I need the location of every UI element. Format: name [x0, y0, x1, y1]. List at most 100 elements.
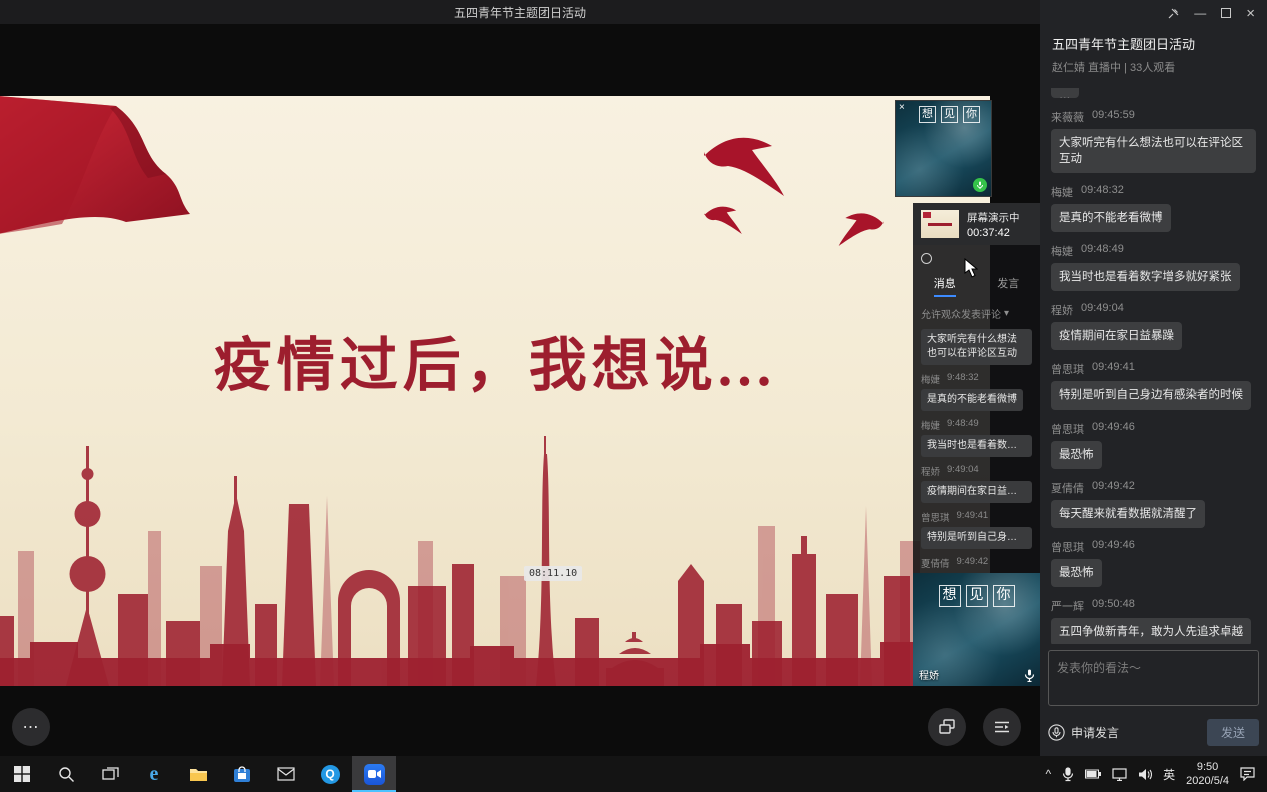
close-icon[interactable]: × [1246, 6, 1255, 21]
video-poster: 想见你 程娇 [913, 573, 1040, 686]
bird-icon [700, 128, 788, 196]
search-icon [58, 766, 75, 783]
message-bubble: 是真的不能老看微博 [921, 389, 1023, 411]
overlay-message-list: 大家听完有什么想法也可以在评论区互动 梅婕 9:48:32 是真的不能老看微博 … [921, 329, 1032, 595]
comment-input[interactable] [1048, 650, 1259, 706]
message-bubble: 每天醒来就看数据就清醒了 [1051, 500, 1205, 528]
qq-icon: Q [321, 765, 340, 784]
battery-icon[interactable] [1085, 769, 1101, 779]
message-bubble: 最恐怖 [1051, 441, 1102, 469]
chat-message: 严一辉 09:50:48 五四争做新青年，敢为人先追求卓越 [1051, 598, 1256, 644]
qq-button[interactable]: Q [308, 756, 352, 792]
bird-icon [702, 202, 744, 234]
task-view-button[interactable] [88, 756, 132, 792]
chat-message: 程娇 09:49:04 疫情期间在家日益暴躁 [1051, 302, 1256, 350]
city-skyline-graphic [0, 436, 990, 686]
main-title: 五四青年节主题团日活动 [454, 4, 586, 21]
chat-tab[interactable]: 发言 [997, 275, 1019, 297]
taskbar-clock[interactable]: 9:50 2020/5/4 [1186, 760, 1229, 789]
message-bubble: 我当时也是看着数字增多就好紧张 [1051, 263, 1240, 291]
meeting-app-button[interactable] [352, 756, 396, 792]
send-button[interactable]: 发送 [1207, 719, 1259, 746]
hidden-icons-chevron[interactable]: ^ [1046, 767, 1052, 781]
folder-icon [189, 766, 208, 782]
message-time: 09:49:42 [1092, 480, 1135, 496]
more-options-button[interactable]: ⋯ [12, 708, 50, 746]
sender-name: 曾思琪 [1051, 539, 1084, 555]
chat-message: 曾思琪 9:49:41 特别是听到自己身边有感染者的时候 [921, 510, 1032, 549]
apply-to-speak-button[interactable]: 申请发言 [1048, 724, 1119, 741]
sender-name: 严一辉 [1051, 598, 1084, 614]
window-controls: — × [1040, 0, 1267, 26]
collapse-toggle-icon[interactable] [921, 253, 932, 264]
mail-button[interactable] [264, 756, 308, 792]
layout-icon [936, 716, 958, 738]
member-list-button[interactable] [983, 708, 1021, 746]
video-poster: × 想见你 [896, 101, 991, 196]
pin-icon[interactable] [1168, 8, 1179, 19]
chat-message: 梅婕 09:48:49 我当时也是看着数字增多就好紧张 [1051, 243, 1256, 291]
file-explorer-button[interactable] [176, 756, 220, 792]
microphone-on-icon [973, 178, 987, 192]
chat-footer: 申请发言 发送 [1048, 716, 1259, 748]
bird-icon [836, 208, 886, 246]
sender-name: 梅婕 [921, 418, 940, 432]
overlay-chat-tabs: 消息 发言 [913, 275, 1040, 297]
meeting-title: 五四青年节主题团日活动 [1052, 34, 1255, 53]
store-button[interactable] [220, 756, 264, 792]
sender-name: 夏倩倩 [1051, 480, 1084, 496]
message-time: 9:48:49 [947, 418, 979, 432]
microphone-icon [1048, 724, 1065, 741]
slide-title: 疫情过后，我想说... [0, 318, 990, 402]
volume-icon[interactable] [1138, 768, 1152, 781]
clock-time: 9:50 [1186, 760, 1229, 774]
windows-logo-icon [14, 766, 30, 782]
participant-name: 程娇 [919, 667, 939, 682]
message-bubble: 疫情期间在家日益暴躁 [1051, 322, 1182, 350]
speaker-video-thumbnail[interactable]: 想见你 程娇 [913, 573, 1040, 686]
mail-icon [277, 767, 295, 781]
chat-message: 夏倩倩 09:49:42 每天醒来就看数据就清醒了 [1051, 480, 1256, 528]
chat-tab[interactable]: 消息 [934, 275, 956, 297]
message-bubble: 大家听完有什么想法也可以在评论区互动 [1051, 129, 1256, 173]
sender-name: 来薇薇 [1051, 109, 1084, 125]
message-bubble: 特别是听到自己身边有感染者的时候 [1051, 381, 1251, 409]
presenter-status: 赵仁婧 直播中 | 33人观看 [1052, 59, 1255, 75]
sender-name: 梅婕 [1051, 243, 1073, 259]
message-time: 09:48:49 [1081, 243, 1124, 259]
close-video-icon[interactable]: × [899, 103, 905, 113]
meeting-app-icon [364, 764, 385, 785]
action-center-icon[interactable] [1240, 767, 1255, 781]
taskbar: e Q [0, 756, 1267, 792]
chat-message: 梅婕 9:48:49 我当时也是看着数字增多就好紧张 [921, 418, 1032, 457]
screenshare-status-panel[interactable]: 屏幕演示中 00:37:42 [913, 203, 1040, 245]
edge-browser-button[interactable]: e [132, 756, 176, 792]
sender-name: 程娇 [921, 464, 940, 478]
message-time: 09:49:46 [1092, 539, 1135, 555]
sender-name: 曾思琪 [921, 510, 950, 524]
sender-name: 夏倩倩 [921, 556, 950, 570]
minimize-icon[interactable]: — [1194, 7, 1206, 19]
chat-message-list[interactable]: … 来薇薇 09:45:59 大家听完有什么想法也可以在评论区互动 梅婕 [1040, 88, 1267, 644]
store-icon [233, 765, 251, 783]
restore-icon[interactable] [1221, 8, 1231, 18]
screenshare-status-label: 屏幕演示中 [967, 210, 1020, 225]
message-time: 09:50:48 [1092, 598, 1135, 614]
message-bubble: 是真的不能老看微博 [1051, 204, 1171, 232]
search-button[interactable] [44, 756, 88, 792]
participant-video-floating[interactable]: × 想见你 [895, 100, 992, 197]
chat-message: 大家听完有什么想法也可以在评论区互动 [921, 329, 1032, 365]
network-icon[interactable] [1112, 768, 1127, 781]
microphone-tray-icon[interactable] [1062, 767, 1074, 782]
sender-name: 梅婕 [1051, 184, 1073, 200]
comment-permission-control[interactable]: 允许观众发表评论 ▾ [921, 306, 1032, 321]
screenshare-timer: 00:37:42 [967, 227, 1020, 239]
edge-icon: e [150, 763, 159, 786]
list-icon [991, 716, 1013, 738]
message-time: 09:49:41 [1092, 361, 1135, 377]
chat-message: 曾思琪 09:49:46 最恐怖 [1051, 421, 1256, 469]
main-titlebar: 五四青年节主题团日活动 [0, 0, 1040, 24]
change-layout-button[interactable] [928, 708, 966, 746]
ime-indicator[interactable]: 英 [1163, 766, 1175, 783]
start-button[interactable] [0, 756, 44, 792]
